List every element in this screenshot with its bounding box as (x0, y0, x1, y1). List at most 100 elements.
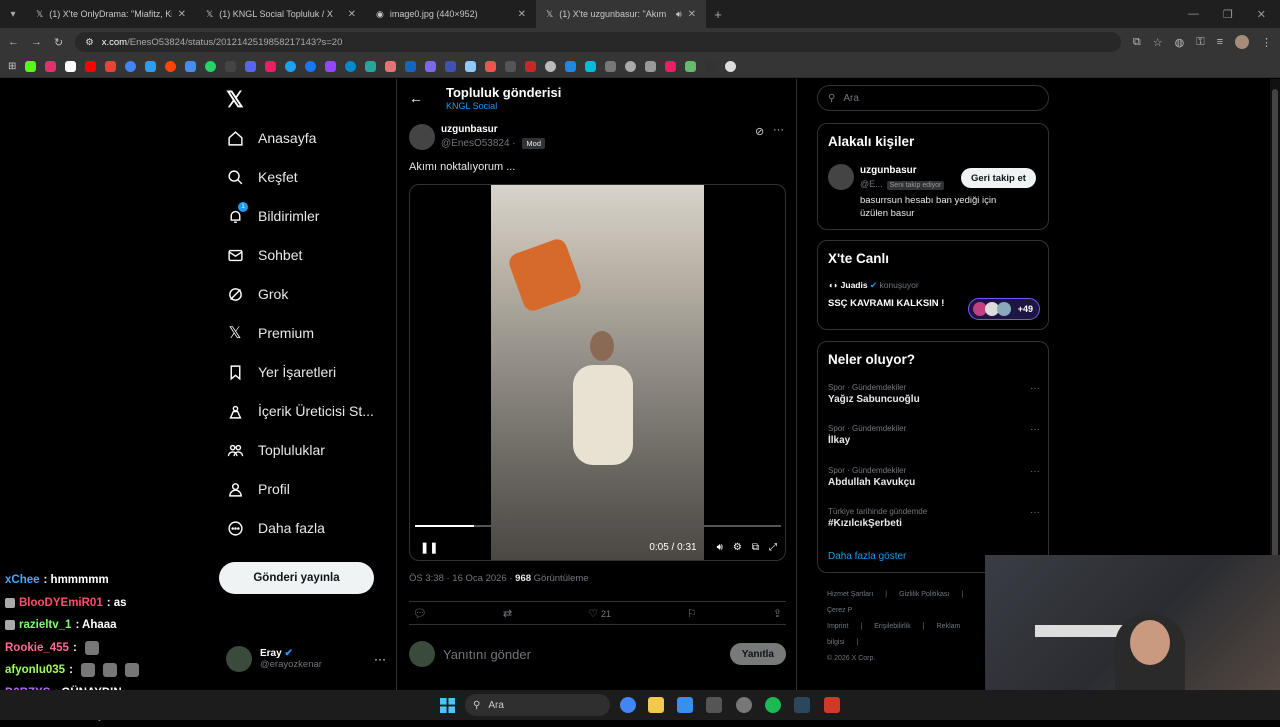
accessibility-link[interactable]: Erişilebilirlik (874, 623, 911, 630)
twitch-icon[interactable] (325, 61, 337, 72)
back-icon[interactable]: ← (8, 36, 19, 48)
bookmark-icon[interactable] (465, 61, 477, 72)
gmail-icon[interactable] (105, 61, 117, 72)
trend-item[interactable]: Spor · Gündemdekiler Yağız Sabuncuoğlu ·… (828, 383, 1040, 405)
back-arrow-icon[interactable]: ← (409, 90, 423, 106)
more-icon[interactable]: ··· (1030, 383, 1040, 394)
author-handle[interactable]: @EnesO53824 (441, 138, 510, 149)
bookmark-icon[interactable] (545, 61, 557, 72)
live-space-title[interactable]: SSÇ KAVRAMI KALKSIN ! (828, 298, 944, 309)
video-player[interactable]: ❚❚ 0:05 / 0:31 🔊︎ ⚙︎ ⧉ ⤢ (409, 184, 786, 561)
forward-icon[interactable]: → (31, 36, 42, 48)
scrollbar-thumb[interactable] (1272, 89, 1278, 559)
imprint-link[interactable]: Imprint (827, 623, 848, 630)
trend-item[interactable]: Spor · Gündemdekiler Abdullah Kavukçu ··… (828, 466, 1040, 488)
more-icon[interactable]: ··· (1030, 466, 1040, 477)
bookmark-icon[interactable] (725, 61, 737, 72)
nav-creator-studio[interactable]: İçerik Üreticisi St... (226, 402, 374, 420)
related-name[interactable]: uzgunbasur (860, 165, 917, 176)
privacy-link[interactable]: Gizlilik Politikası (899, 591, 949, 598)
x-logo-icon[interactable] (65, 61, 77, 72)
pause-icon[interactable]: ❚❚ (420, 541, 438, 554)
profile-avatar[interactable] (1235, 35, 1249, 49)
translate-icon[interactable] (185, 61, 197, 72)
bookmark-icon[interactable] (365, 61, 377, 72)
settings-icon[interactable]: ⚙︎ (733, 542, 742, 553)
repost-icon[interactable]: ⇄ (503, 607, 512, 620)
close-icon[interactable]: ✕ (688, 9, 696, 20)
nav-more[interactable]: Daha fazla (226, 519, 325, 537)
avatar[interactable] (828, 164, 854, 190)
author-avatar[interactable] (409, 124, 435, 150)
windows-start-icon[interactable] (440, 698, 455, 713)
tab-search-icon[interactable]: ▾ (0, 9, 26, 20)
search-input[interactable]: ⚲ Ara (817, 85, 1049, 111)
bookmark-icon[interactable] (625, 61, 637, 72)
author-name[interactable]: uzgunbasur (441, 124, 498, 135)
tab-0[interactable]: 𝕏 (1) X'te OnlyDrama: "Miafitz, Ki ✕ (26, 0, 196, 28)
discord-icon[interactable] (245, 61, 257, 72)
site-info-icon[interactable]: ⚙︎ (85, 37, 94, 48)
bookmark-icon[interactable] (265, 61, 277, 72)
bookmark-icon[interactable] (385, 61, 397, 72)
bookmark-icon[interactable] (565, 61, 577, 72)
trend-item[interactable]: Türkiye tarihinde gündemde #KızılcıkŞerb… (828, 507, 1040, 529)
bookmark-icon[interactable]: ⚐ (687, 607, 697, 620)
bookmark-icon[interactable] (445, 61, 457, 72)
bookmark-icon[interactable] (665, 61, 677, 72)
account-switcher[interactable]: Eray ✔︎ @erayozkenar ··· (226, 644, 386, 674)
nav-communities[interactable]: Topluluklar (226, 441, 325, 459)
close-icon[interactable]: ✕ (518, 9, 526, 20)
video-progress-bar[interactable] (415, 525, 781, 527)
nav-notifications[interactable]: 1 Bildirimler (226, 202, 319, 225)
bookmark-icon[interactable] (405, 61, 417, 72)
close-icon[interactable]: ✕ (178, 9, 186, 20)
app-icon[interactable] (706, 697, 722, 713)
maximize-icon[interactable]: ❐ (1223, 8, 1233, 21)
taskbar-search[interactable]: ⚲ Ara (465, 694, 610, 716)
spotify-icon[interactable] (765, 697, 781, 713)
nav-chat[interactable]: Sohbet (226, 246, 302, 264)
share-icon[interactable]: ⇪ (773, 607, 782, 620)
close-window-icon[interactable]: ✕ (1257, 8, 1266, 21)
bookmark-icon[interactable] (485, 61, 497, 72)
close-icon[interactable]: ✕ (348, 9, 356, 20)
reload-icon[interactable]: ↻ (54, 36, 63, 49)
like-button[interactable]: ♡ 21 (588, 607, 611, 620)
bookmark-icon[interactable] (685, 61, 697, 72)
photos-icon[interactable] (677, 697, 693, 713)
app-icon[interactable] (824, 697, 840, 713)
more-icon[interactable]: ··· (1030, 507, 1040, 518)
tab-3[interactable]: 𝕏 (1) X'te uzgunbasur: "Akım 🔊︎ ✕ (536, 0, 706, 28)
nav-home[interactable]: Anasayfa (226, 129, 316, 147)
terms-link[interactable]: Hizmet Şartları (827, 591, 873, 598)
cookie-link[interactable]: Çerez P (827, 607, 852, 614)
star-icon[interactable]: ☆ (1153, 36, 1163, 49)
youtube-icon[interactable] (85, 61, 97, 72)
show-more-link[interactable]: Daha fazla göster (828, 551, 906, 562)
more-icon[interactable]: ··· (374, 652, 386, 666)
nav-bookmarks[interactable]: Yer İşaretleri (226, 363, 336, 381)
reply-button[interactable]: Yanıtla (729, 643, 786, 665)
nav-grok[interactable]: Grok (226, 285, 288, 303)
bookmark-icon[interactable] (605, 61, 617, 72)
post-timestamp[interactable]: ÖS 3:38 · 16 Oca 2026 · (409, 573, 515, 584)
nav-premium[interactable]: 𝕏 Premium (226, 324, 314, 342)
post-button[interactable]: Gönderi yayınla (219, 562, 374, 594)
bookmark-icon[interactable] (525, 61, 537, 72)
extension-icon[interactable]: ◍ (1175, 36, 1185, 49)
steam-icon[interactable] (794, 697, 810, 713)
nav-explore[interactable]: Keşfet (226, 168, 298, 186)
grok-icon[interactable]: ⊘ (755, 125, 764, 138)
install-icon[interactable]: ⧉ (1133, 36, 1141, 49)
live-listeners-pill[interactable]: +49 (968, 298, 1040, 320)
menu-icon[interactable]: ⋮ (1261, 36, 1272, 49)
minimize-icon[interactable]: — (1188, 8, 1199, 21)
bookmark-icon[interactable] (145, 61, 157, 72)
more-icon[interactable]: ··· (1030, 424, 1040, 435)
community-link[interactable]: KNGL Social (446, 101, 497, 111)
url-field[interactable]: ⚙︎ x.com/EnesO53824/status/2012142519858… (75, 32, 1121, 52)
folder-icon[interactable] (648, 697, 664, 713)
chrome-icon[interactable] (620, 697, 636, 713)
nav-profile[interactable]: Profil (226, 480, 290, 498)
